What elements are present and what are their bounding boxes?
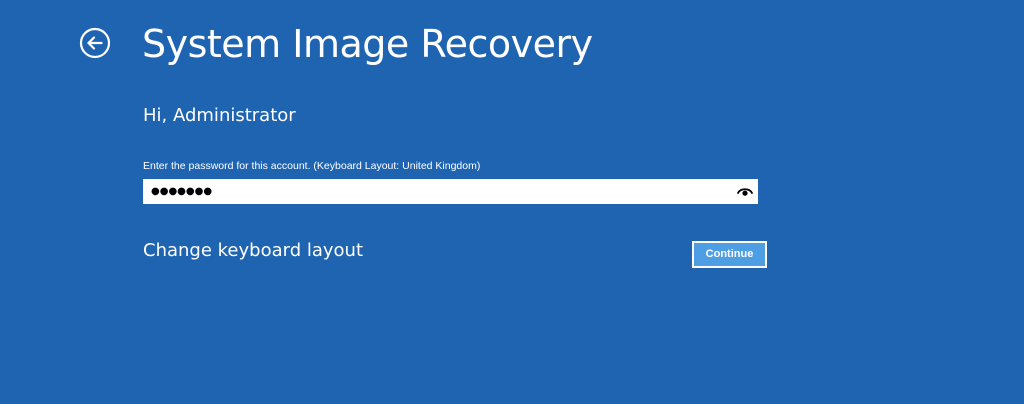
eye-icon xyxy=(737,188,753,196)
continue-button[interactable]: Continue xyxy=(692,241,767,268)
password-input[interactable] xyxy=(143,179,723,204)
page-title: System Image Recovery xyxy=(142,22,593,66)
password-label: Enter the password for this account. (Ke… xyxy=(143,160,481,172)
account-greeting: Hi, Administrator xyxy=(143,105,296,126)
change-keyboard-layout-link[interactable]: Change keyboard layout xyxy=(143,239,363,263)
password-field[interactable] xyxy=(143,179,758,204)
back-arrow-circle-icon xyxy=(79,27,111,59)
back-button[interactable] xyxy=(79,27,111,59)
reveal-password-button[interactable] xyxy=(737,184,753,198)
